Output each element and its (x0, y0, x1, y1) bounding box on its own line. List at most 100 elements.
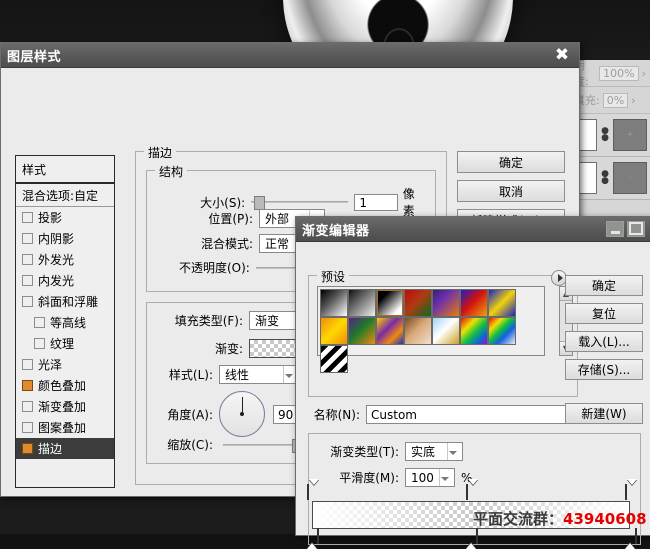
smoothness-input[interactable]: 100 (405, 468, 455, 487)
gradient-preset-10[interactable] (404, 317, 432, 345)
ok-button[interactable]: 确定 (457, 151, 565, 173)
sidebar-item-10[interactable]: 图案叠加 (16, 417, 114, 438)
link-icon[interactable]: ● ● (600, 124, 610, 146)
layer-row[interactable]: ● ● + (570, 114, 650, 157)
watermark: 平面交流群：43940608 (473, 508, 647, 529)
layers-opacity-row[interactable]: 明度: 100% › (570, 59, 650, 88)
sidebar-item-8[interactable]: 颜色叠加 (16, 375, 114, 396)
structure-group-label: 结构 (155, 163, 188, 180)
layers-panel: 明度: 100% › 真充: 0% › ●● + ●● · (569, 59, 650, 235)
angle-label: 角度(A): (167, 407, 213, 422)
styles-list-header: 样式 (16, 156, 114, 184)
sidebar-item-3[interactable]: 内发光 (16, 270, 114, 291)
sidebar-item-2[interactable]: 外发光 (16, 249, 114, 270)
sidebar-item-7[interactable]: 光泽 (16, 354, 114, 375)
gradient-preset-1[interactable] (348, 289, 376, 317)
gradient-load-button[interactable]: 载入(L)... (565, 331, 643, 352)
gradient-preset-13[interactable] (488, 317, 516, 345)
gradient-preset-9[interactable] (376, 317, 404, 345)
opacity-stop-2[interactable] (625, 479, 637, 501)
gradient-type-select[interactable]: 实底 (405, 442, 463, 461)
gradient-ok-button[interactable]: 确定 (565, 275, 643, 296)
layers-fill-value[interactable]: 0% (602, 92, 629, 108)
gradient-preset-7[interactable] (320, 317, 348, 345)
angle-dial[interactable] (219, 391, 265, 437)
sidebar-item-1[interactable]: 内阴影 (16, 228, 114, 249)
gradient-preset-5[interactable] (460, 289, 488, 317)
watermark-prefix: 平面交流群： (473, 510, 564, 528)
sidebar-item-label: 等高线 (50, 316, 87, 330)
maximize-icon[interactable] (627, 221, 645, 237)
gradient-style-select[interactable]: 线性 (219, 365, 299, 384)
position-label: 位置(P): (208, 212, 253, 226)
gradient-type-label: 渐变类型(T): (330, 445, 399, 459)
gradient-preset-4[interactable] (432, 289, 460, 317)
blend-mode-label: 混合模式: (200, 237, 253, 251)
layer-mask-thumbnail[interactable]: + (613, 119, 647, 151)
gradient-editor-button-column: 确定 复位 载入(L)... 存储(S)... (565, 275, 643, 387)
layers-fill-chevron-icon[interactable]: › (631, 94, 635, 107)
color-stop-2[interactable] (625, 528, 637, 549)
gradient-save-button[interactable]: 存储(S)... (565, 359, 643, 380)
style-checkbox[interactable] (22, 380, 33, 391)
style-checkbox[interactable] (22, 443, 33, 454)
style-checkbox[interactable] (22, 212, 33, 223)
gradient-preset-6[interactable] (488, 289, 516, 317)
gradient-editor-dialog: 渐变编辑器 预设 ▲ ▼ 确定 复位 载入(L)... 存储(S)... 名称(… (295, 216, 650, 549)
scale-label: 缩放(C): (167, 438, 213, 452)
style-checkbox[interactable] (22, 422, 33, 433)
style-checkbox[interactable] (22, 401, 33, 412)
minimize-icon[interactable] (606, 221, 624, 237)
size-label: 大小(S): (200, 195, 246, 210)
layers-opacity-chevron-icon[interactable]: › (642, 67, 646, 80)
gradient-preset-2[interactable] (376, 289, 404, 317)
style-checkbox[interactable] (22, 275, 33, 286)
style-checkbox[interactable] (22, 359, 33, 370)
style-checkbox[interactable] (22, 296, 33, 307)
gradient-type-select-value: 实底 (411, 445, 436, 459)
opacity-stop-1[interactable] (466, 479, 478, 501)
styles-header-label: 样式 (22, 162, 47, 177)
sidebar-item-6[interactable]: 纹理 (16, 333, 114, 354)
sidebar-item-5[interactable]: 等高线 (16, 312, 114, 333)
layer-style-titlebar[interactable]: 图层样式 ✖ (1, 43, 579, 68)
blend-mode-select-value: 正常 (265, 237, 290, 251)
gradient-reset-button[interactable]: 复位 (565, 303, 643, 324)
gradient-editor-body: 预设 ▲ ▼ 确定 复位 载入(L)... 存储(S)... 名称(N): Cu… (296, 241, 650, 549)
style-checkbox[interactable] (22, 233, 33, 244)
size-slider[interactable] (251, 195, 349, 210)
sidebar-item-blending-options[interactable]: 混合选项:自定 (16, 184, 114, 207)
style-checkbox[interactable] (34, 338, 45, 349)
color-stop-0[interactable] (307, 528, 319, 549)
gradient-editor-title: 渐变编辑器 (302, 223, 370, 239)
close-icon[interactable]: ✖ (551, 45, 573, 65)
opacity-stop-0[interactable] (307, 479, 319, 501)
gradient-preset-8[interactable] (348, 317, 376, 345)
cancel-button[interactable]: 取消 (457, 180, 565, 202)
sidebar-item-4[interactable]: 斜面和浮雕 (16, 291, 114, 312)
gradient-new-button[interactable]: 新建(W) (565, 403, 643, 424)
style-checkbox[interactable] (34, 317, 45, 328)
gradient-preset-11[interactable] (432, 317, 460, 345)
sidebar-item-label: 内发光 (38, 274, 75, 288)
size-slider-track (251, 201, 349, 203)
color-stop-pointer (625, 529, 635, 549)
sidebar-item-9[interactable]: 渐变叠加 (16, 396, 114, 417)
link-icon[interactable]: ● ● (600, 167, 610, 189)
layers-opacity-value[interactable]: 100% (599, 65, 639, 81)
sidebar-item-0[interactable]: 投影 (16, 207, 114, 228)
color-stop-1[interactable] (466, 528, 478, 549)
gradient-preset-0[interactable] (320, 289, 348, 317)
size-input[interactable]: 1 (354, 193, 398, 211)
style-checkbox[interactable] (22, 254, 33, 265)
gradient-preset-14[interactable] (320, 345, 348, 373)
layer-mask-thumbnail[interactable]: · (613, 162, 647, 194)
gradient-editor-titlebar[interactable]: 渐变编辑器 (296, 217, 650, 242)
size-slider-knob[interactable] (254, 196, 266, 210)
sidebar-item-11[interactable]: 描边 (16, 438, 114, 459)
gradient-preset-3[interactable] (404, 289, 432, 317)
layer-row[interactable]: ● ● · (570, 157, 650, 200)
preset-swatch-box (317, 286, 545, 373)
layers-fill-row[interactable]: 真充: 0% › (570, 87, 650, 114)
gradient-preset-12[interactable] (460, 317, 488, 345)
